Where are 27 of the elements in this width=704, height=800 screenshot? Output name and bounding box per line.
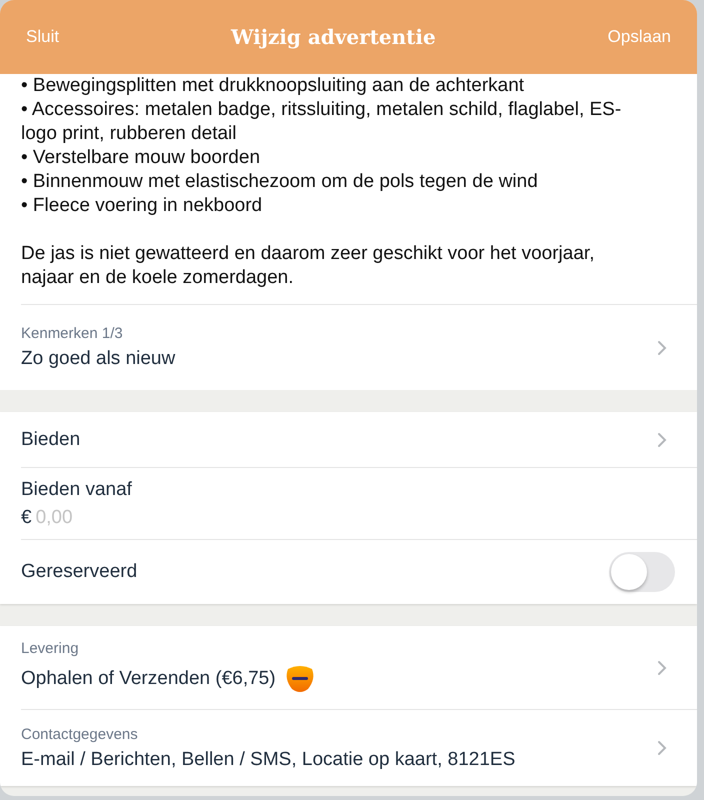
detail-row[interactable]: Levering Ophalen of Verzenden (€6,75)	[21, 626, 697, 709]
row-value: Bieden	[21, 428, 82, 450]
row-label: Contactgegevens	[21, 726, 139, 742]
chevron-icon	[657, 740, 667, 756]
description-line: • Fleece voering in nekboord	[21, 194, 264, 218]
reserved-label: Gereserveerd	[21, 561, 138, 583]
row-label: Kenmerken 1/3	[21, 325, 124, 342]
window-title: Wijzig advertentie	[231, 25, 436, 49]
shield-logo-icon	[284, 663, 316, 695]
row-label: Levering	[21, 640, 80, 657]
description-line: • Verstelbare mouw boorden	[21, 146, 262, 170]
currency-symbol: €	[21, 506, 32, 528]
chevron-icon	[657, 432, 667, 448]
detail-row[interactable]: Contactgegevens E-mail / Berichten, Bellen / SMS, Locatie op kaart, 8121ES	[21, 709, 697, 786]
reserved-toggle[interactable]	[609, 552, 675, 592]
chevron-icon	[657, 340, 667, 356]
description-line: • Accessoires: metalen badge, ritssluiting, metalen schild, flaglabel, ES-logo print, rubberen detail	[21, 98, 622, 146]
attributes-row[interactable]: Kenmerken 1/3 Zo goed als nieuw	[21, 304, 697, 390]
price-label: Bieden vanaf	[21, 478, 133, 500]
row-value: Zo goed als nieuw	[21, 348, 176, 370]
chevron-icon	[657, 660, 667, 676]
description-line: • Bewegingsplitten met drukknoopsluiting aan de achterkant	[21, 74, 526, 98]
row-value: Ophalen of Verzenden (€6,75)	[21, 668, 276, 690]
description-paragraph: De jas is niet gewatteerd en daarom zeer geschikt voor het voorjaar, najaar en de koele zomerdagen.	[21, 242, 596, 290]
description-line: • Binnenmouw met elastischezoom om de pols tegen de wind	[21, 170, 539, 194]
bidding-row[interactable]: Bieden	[21, 412, 697, 467]
row-value: E-mail / Berichten, Bellen / SMS, Locatie op kaart, 8121ES	[21, 748, 516, 770]
